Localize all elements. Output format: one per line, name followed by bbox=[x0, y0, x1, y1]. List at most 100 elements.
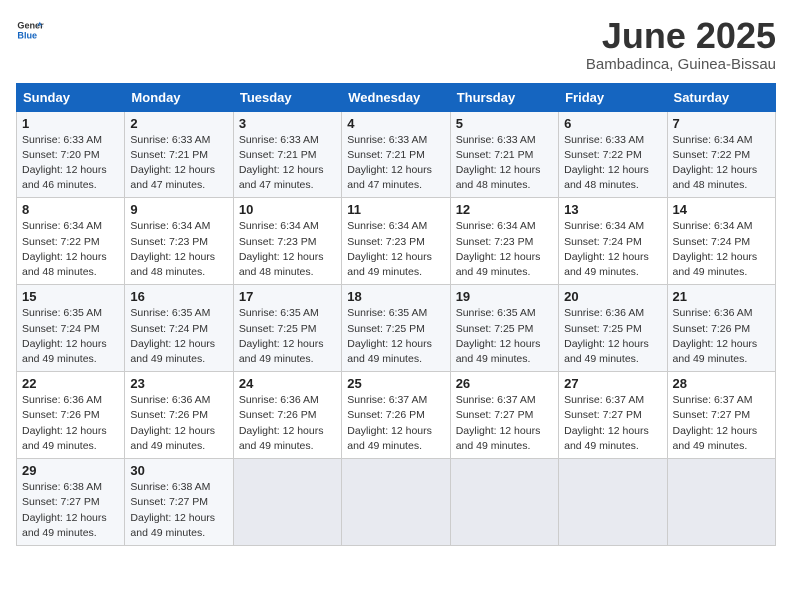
day-info: Sunrise: 6:37 AMSunset: 7:27 PMDaylight:… bbox=[673, 394, 758, 452]
day-cell bbox=[667, 459, 775, 546]
day-number: 10 bbox=[239, 202, 336, 217]
day-cell: 4 Sunrise: 6:33 AMSunset: 7:21 PMDayligh… bbox=[342, 111, 450, 198]
week-row-5: 29 Sunrise: 6:38 AMSunset: 7:27 PMDaylig… bbox=[17, 459, 776, 546]
day-number: 15 bbox=[22, 289, 119, 304]
day-cell: 30 Sunrise: 6:38 AMSunset: 7:27 PMDaylig… bbox=[125, 459, 233, 546]
day-cell: 29 Sunrise: 6:38 AMSunset: 7:27 PMDaylig… bbox=[17, 459, 125, 546]
day-info: Sunrise: 6:34 AMSunset: 7:23 PMDaylight:… bbox=[347, 220, 432, 278]
day-cell bbox=[342, 459, 450, 546]
day-cell: 17 Sunrise: 6:35 AMSunset: 7:25 PMDaylig… bbox=[233, 285, 341, 372]
day-info: Sunrise: 6:35 AMSunset: 7:25 PMDaylight:… bbox=[239, 307, 324, 365]
day-cell: 18 Sunrise: 6:35 AMSunset: 7:25 PMDaylig… bbox=[342, 285, 450, 372]
day-info: Sunrise: 6:33 AMSunset: 7:21 PMDaylight:… bbox=[130, 134, 215, 192]
day-info: Sunrise: 6:36 AMSunset: 7:26 PMDaylight:… bbox=[22, 394, 107, 452]
day-info: Sunrise: 6:34 AMSunset: 7:24 PMDaylight:… bbox=[564, 220, 649, 278]
day-cell: 1 Sunrise: 6:33 AMSunset: 7:20 PMDayligh… bbox=[17, 111, 125, 198]
day-number: 13 bbox=[564, 202, 661, 217]
week-row-4: 22 Sunrise: 6:36 AMSunset: 7:26 PMDaylig… bbox=[17, 372, 776, 459]
day-info: Sunrise: 6:36 AMSunset: 7:26 PMDaylight:… bbox=[673, 307, 758, 365]
day-info: Sunrise: 6:33 AMSunset: 7:21 PMDaylight:… bbox=[456, 134, 541, 192]
day-cell: 8 Sunrise: 6:34 AMSunset: 7:22 PMDayligh… bbox=[17, 198, 125, 285]
day-info: Sunrise: 6:33 AMSunset: 7:21 PMDaylight:… bbox=[347, 134, 432, 192]
day-number: 6 bbox=[564, 116, 661, 131]
day-number: 5 bbox=[456, 116, 553, 131]
day-info: Sunrise: 6:34 AMSunset: 7:24 PMDaylight:… bbox=[673, 220, 758, 278]
header-friday: Friday bbox=[559, 83, 667, 111]
day-info: Sunrise: 6:35 AMSunset: 7:24 PMDaylight:… bbox=[22, 307, 107, 365]
day-info: Sunrise: 6:38 AMSunset: 7:27 PMDaylight:… bbox=[130, 481, 215, 539]
header-thursday: Thursday bbox=[450, 83, 558, 111]
day-info: Sunrise: 6:33 AMSunset: 7:20 PMDaylight:… bbox=[22, 134, 107, 192]
week-row-2: 8 Sunrise: 6:34 AMSunset: 7:22 PMDayligh… bbox=[17, 198, 776, 285]
header-tuesday: Tuesday bbox=[233, 83, 341, 111]
day-number: 1 bbox=[22, 116, 119, 131]
header-saturday: Saturday bbox=[667, 83, 775, 111]
day-number: 7 bbox=[673, 116, 770, 131]
day-cell bbox=[450, 459, 558, 546]
page-header: General Blue June 2025 Bambadinca, Guine… bbox=[16, 16, 776, 73]
day-number: 2 bbox=[130, 116, 227, 131]
day-cell: 24 Sunrise: 6:36 AMSunset: 7:26 PMDaylig… bbox=[233, 372, 341, 459]
day-number: 9 bbox=[130, 202, 227, 217]
day-cell: 20 Sunrise: 6:36 AMSunset: 7:25 PMDaylig… bbox=[559, 285, 667, 372]
svg-text:Blue: Blue bbox=[17, 30, 37, 40]
day-info: Sunrise: 6:35 AMSunset: 7:25 PMDaylight:… bbox=[347, 307, 432, 365]
day-number: 12 bbox=[456, 202, 553, 217]
day-number: 20 bbox=[564, 289, 661, 304]
day-info: Sunrise: 6:36 AMSunset: 7:25 PMDaylight:… bbox=[564, 307, 649, 365]
day-cell: 13 Sunrise: 6:34 AMSunset: 7:24 PMDaylig… bbox=[559, 198, 667, 285]
day-info: Sunrise: 6:35 AMSunset: 7:24 PMDaylight:… bbox=[130, 307, 215, 365]
day-number: 21 bbox=[673, 289, 770, 304]
day-cell: 3 Sunrise: 6:33 AMSunset: 7:21 PMDayligh… bbox=[233, 111, 341, 198]
day-cell: 12 Sunrise: 6:34 AMSunset: 7:23 PMDaylig… bbox=[450, 198, 558, 285]
header-wednesday: Wednesday bbox=[342, 83, 450, 111]
logo: General Blue bbox=[16, 16, 44, 44]
day-number: 22 bbox=[22, 376, 119, 391]
day-number: 24 bbox=[239, 376, 336, 391]
day-number: 19 bbox=[456, 289, 553, 304]
day-info: Sunrise: 6:37 AMSunset: 7:27 PMDaylight:… bbox=[456, 394, 541, 452]
day-info: Sunrise: 6:34 AMSunset: 7:23 PMDaylight:… bbox=[130, 220, 215, 278]
day-info: Sunrise: 6:36 AMSunset: 7:26 PMDaylight:… bbox=[130, 394, 215, 452]
calendar-title: June 2025 bbox=[586, 16, 776, 56]
day-number: 18 bbox=[347, 289, 444, 304]
day-cell: 15 Sunrise: 6:35 AMSunset: 7:24 PMDaylig… bbox=[17, 285, 125, 372]
day-number: 29 bbox=[22, 463, 119, 478]
day-info: Sunrise: 6:36 AMSunset: 7:26 PMDaylight:… bbox=[239, 394, 324, 452]
day-info: Sunrise: 6:34 AMSunset: 7:23 PMDaylight:… bbox=[239, 220, 324, 278]
day-number: 28 bbox=[673, 376, 770, 391]
title-area: June 2025 Bambadinca, Guinea-Bissau bbox=[586, 16, 776, 73]
day-cell: 26 Sunrise: 6:37 AMSunset: 7:27 PMDaylig… bbox=[450, 372, 558, 459]
calendar-table: Sunday Monday Tuesday Wednesday Thursday… bbox=[16, 83, 776, 546]
day-info: Sunrise: 6:37 AMSunset: 7:26 PMDaylight:… bbox=[347, 394, 432, 452]
day-cell: 23 Sunrise: 6:36 AMSunset: 7:26 PMDaylig… bbox=[125, 372, 233, 459]
day-cell: 25 Sunrise: 6:37 AMSunset: 7:26 PMDaylig… bbox=[342, 372, 450, 459]
day-number: 27 bbox=[564, 376, 661, 391]
day-cell: 5 Sunrise: 6:33 AMSunset: 7:21 PMDayligh… bbox=[450, 111, 558, 198]
day-cell: 22 Sunrise: 6:36 AMSunset: 7:26 PMDaylig… bbox=[17, 372, 125, 459]
day-cell: 10 Sunrise: 6:34 AMSunset: 7:23 PMDaylig… bbox=[233, 198, 341, 285]
day-number: 26 bbox=[456, 376, 553, 391]
day-cell: 6 Sunrise: 6:33 AMSunset: 7:22 PMDayligh… bbox=[559, 111, 667, 198]
day-number: 4 bbox=[347, 116, 444, 131]
day-number: 16 bbox=[130, 289, 227, 304]
calendar-subtitle: Bambadinca, Guinea-Bissau bbox=[586, 56, 776, 73]
week-row-1: 1 Sunrise: 6:33 AMSunset: 7:20 PMDayligh… bbox=[17, 111, 776, 198]
day-info: Sunrise: 6:33 AMSunset: 7:22 PMDaylight:… bbox=[564, 134, 649, 192]
day-info: Sunrise: 6:34 AMSunset: 7:23 PMDaylight:… bbox=[456, 220, 541, 278]
day-cell: 16 Sunrise: 6:35 AMSunset: 7:24 PMDaylig… bbox=[125, 285, 233, 372]
day-cell: 19 Sunrise: 6:35 AMSunset: 7:25 PMDaylig… bbox=[450, 285, 558, 372]
day-number: 14 bbox=[673, 202, 770, 217]
day-number: 3 bbox=[239, 116, 336, 131]
day-cell bbox=[233, 459, 341, 546]
day-cell bbox=[559, 459, 667, 546]
day-cell: 14 Sunrise: 6:34 AMSunset: 7:24 PMDaylig… bbox=[667, 198, 775, 285]
day-info: Sunrise: 6:33 AMSunset: 7:21 PMDaylight:… bbox=[239, 134, 324, 192]
day-cell: 11 Sunrise: 6:34 AMSunset: 7:23 PMDaylig… bbox=[342, 198, 450, 285]
day-number: 17 bbox=[239, 289, 336, 304]
day-number: 8 bbox=[22, 202, 119, 217]
day-number: 11 bbox=[347, 202, 444, 217]
header-monday: Monday bbox=[125, 83, 233, 111]
day-info: Sunrise: 6:35 AMSunset: 7:25 PMDaylight:… bbox=[456, 307, 541, 365]
day-cell: 27 Sunrise: 6:37 AMSunset: 7:27 PMDaylig… bbox=[559, 372, 667, 459]
